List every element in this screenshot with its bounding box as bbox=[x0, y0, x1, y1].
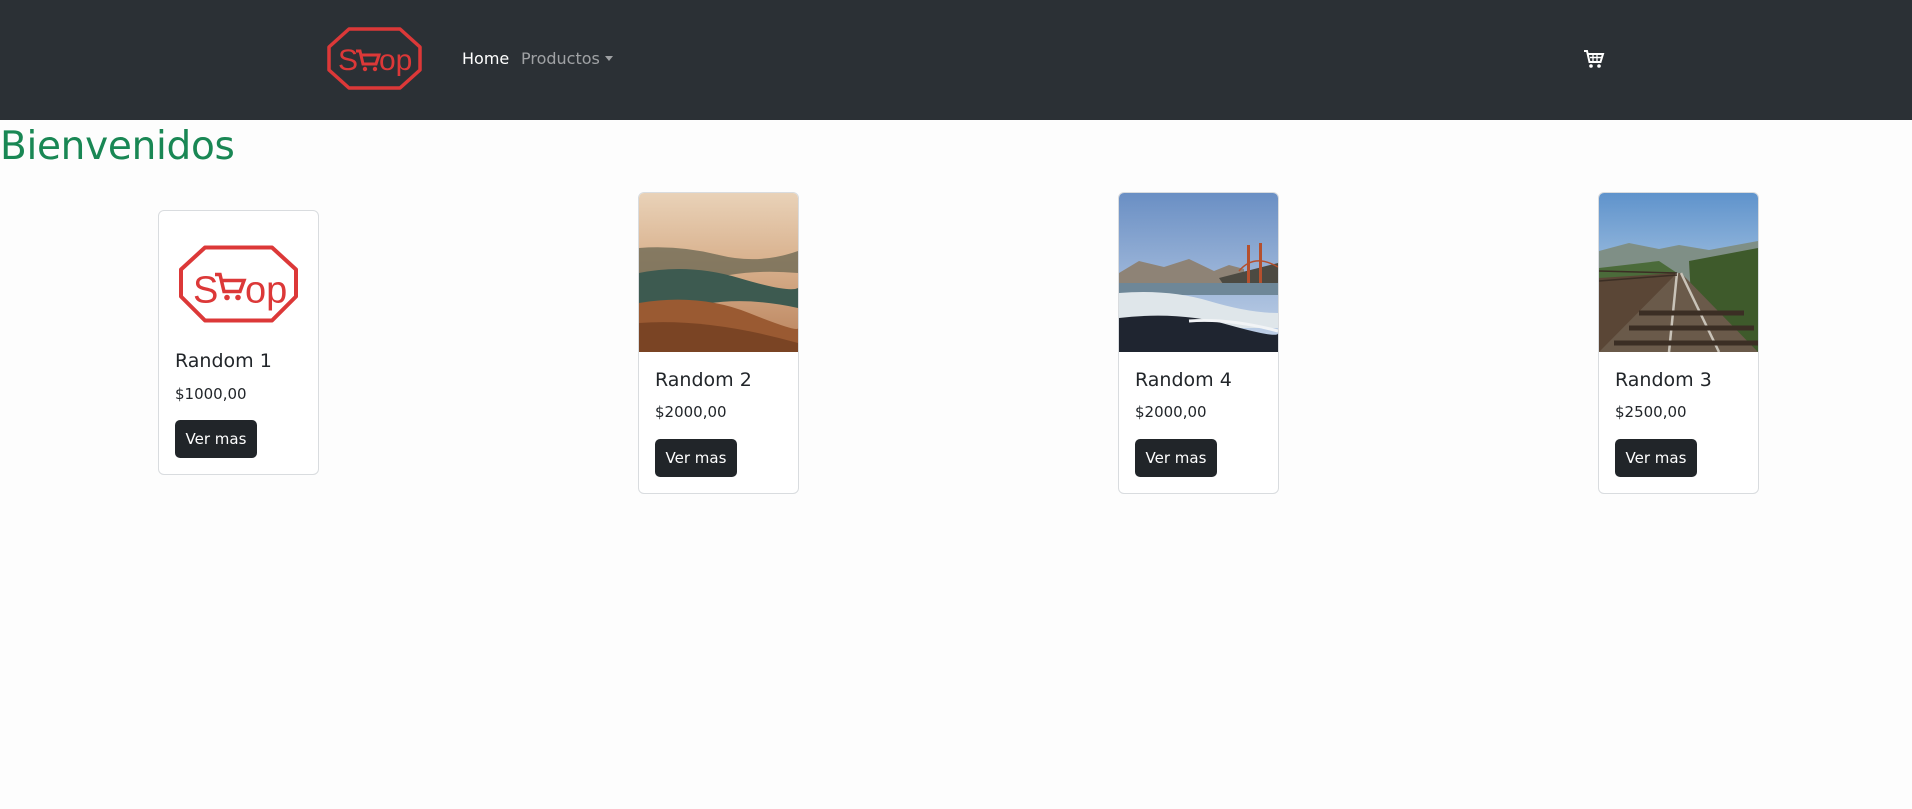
product-name: Random 3 bbox=[1615, 369, 1712, 391]
product-name: Random 4 bbox=[1135, 369, 1232, 391]
svg-text:op: op bbox=[379, 44, 412, 77]
product-price: $2000,00 bbox=[1135, 403, 1207, 421]
ver-mas-button[interactable]: Ver mas bbox=[1135, 439, 1217, 477]
svg-text:op: op bbox=[245, 270, 287, 312]
nav-productos-dropdown[interactable]: Productos bbox=[521, 48, 613, 70]
navbar: S op Home Productos bbox=[0, 0, 1912, 120]
svg-text:S: S bbox=[338, 44, 358, 77]
page-title: Bienvenidos bbox=[0, 124, 235, 169]
ver-mas-button[interactable]: Ver mas bbox=[655, 439, 737, 477]
product-price: $1000,00 bbox=[175, 385, 247, 403]
ver-mas-button[interactable]: Ver mas bbox=[175, 420, 257, 458]
product-image bbox=[1599, 193, 1758, 352]
dropdown-caret-icon bbox=[604, 56, 613, 61]
svg-text:S: S bbox=[193, 270, 218, 312]
product-name: Random 2 bbox=[655, 369, 752, 391]
nav-productos-label: Productos bbox=[521, 49, 600, 68]
product-card: Random 2 $2000,00 Ver mas bbox=[638, 192, 799, 494]
product-image bbox=[639, 193, 798, 352]
cart-icon[interactable] bbox=[1583, 49, 1605, 69]
product-name: Random 1 bbox=[175, 350, 272, 372]
product-card: Random 4 $2000,00 Ver mas bbox=[1118, 192, 1279, 494]
product-card: Random 3 $2500,00 Ver mas bbox=[1598, 192, 1759, 494]
cart-glyph-icon bbox=[356, 49, 382, 72]
product-price: $2500,00 bbox=[1615, 403, 1687, 421]
product-image: S op bbox=[159, 225, 318, 356]
ver-mas-button[interactable]: Ver mas bbox=[1615, 439, 1697, 477]
product-image bbox=[1119, 193, 1278, 352]
product-price: $2000,00 bbox=[655, 403, 727, 421]
shop-logo[interactable]: S op bbox=[327, 26, 422, 91]
nav-home-link[interactable]: Home bbox=[462, 48, 509, 70]
product-card: S op Random 1 $1000,00 Ver mas bbox=[158, 210, 319, 475]
